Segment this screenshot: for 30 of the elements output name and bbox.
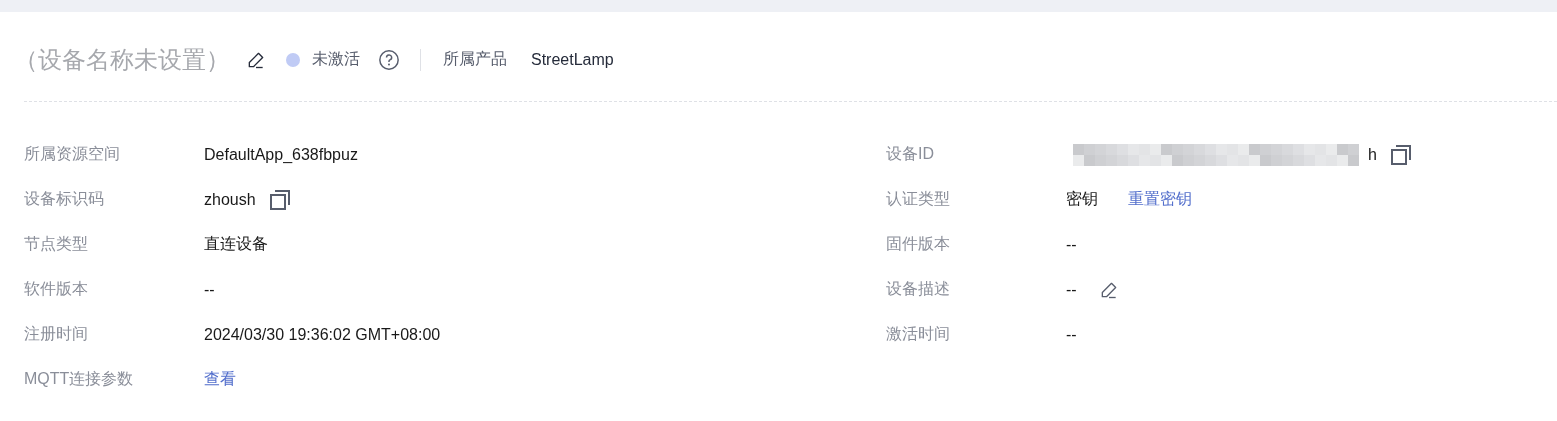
field-value: 直连设备	[204, 234, 268, 254]
field-label: 注册时间	[24, 324, 88, 344]
copy-icon[interactable]	[1388, 142, 1413, 167]
field-value: zhoush	[204, 190, 256, 209]
product-label: 所属产品	[443, 49, 507, 69]
product-name: StreetLamp	[531, 50, 614, 69]
field-value: DefaultApp_638fbpuz	[204, 145, 358, 164]
field-label: 节点类型	[24, 234, 88, 254]
field-label: 所属资源空间	[24, 144, 120, 164]
field-label: MQTT连接参数	[24, 369, 134, 389]
field-value: 2024/03/30 19:36:02 GMT+08:00	[204, 325, 441, 344]
field-label: 激活时间	[886, 324, 950, 344]
field-value: 密钥	[1066, 189, 1098, 209]
field-value: --	[1066, 235, 1077, 254]
field-value: h	[1368, 145, 1377, 164]
field-value: --	[204, 280, 215, 299]
field-link[interactable]: 重置密钥	[1128, 189, 1192, 210]
field-label: 设备标识码	[24, 189, 104, 209]
field-label: 设备ID	[886, 144, 934, 164]
device-name-title: （设备名称未设置）	[14, 44, 230, 75]
field-link[interactable]: 查看	[204, 369, 236, 390]
help-icon[interactable]	[378, 48, 400, 71]
field-label: 认证类型	[886, 189, 950, 209]
field-value: --	[1066, 280, 1077, 299]
field-label: 软件版本	[24, 279, 88, 299]
copy-icon[interactable]	[267, 187, 292, 212]
status-label: 未激活	[312, 49, 360, 69]
field-label: 设备描述	[886, 279, 950, 299]
field-label: 固件版本	[886, 234, 950, 254]
field-value: --	[1066, 325, 1077, 344]
